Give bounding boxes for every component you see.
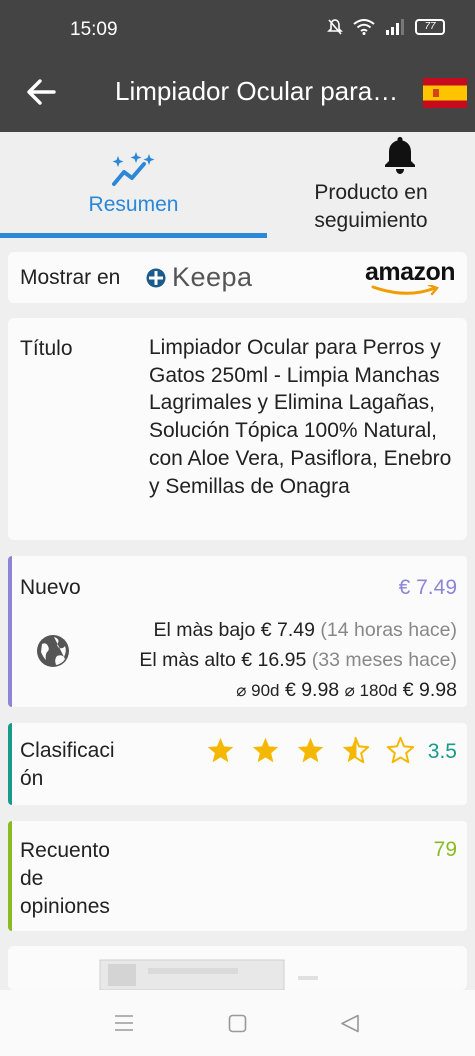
star-full-icon: [297, 737, 324, 763]
tab-producto-label-line2: seguimiento: [314, 209, 428, 232]
rating-stars: [206, 736, 415, 765]
star-empty-icon: [386, 736, 415, 764]
highest-when: (33 meses hace): [311, 649, 457, 671]
tab-resumen[interactable]: Resumen: [0, 132, 267, 239]
review-label-line3: opiniones: [20, 895, 110, 918]
star-full-icon: [207, 737, 234, 763]
highest-price-row: El màs alto € 16.95 (33 meses hace): [139, 649, 457, 672]
amazon-smile-icon: [371, 285, 440, 296]
lowest-price: € 7.49: [260, 619, 315, 641]
rating-label: Clasificaci ón: [20, 737, 115, 793]
signal-icon: [386, 19, 404, 35]
active-tab-indicator: [0, 233, 267, 238]
tab-bar: Resumen Producto en seguimiento: [0, 132, 475, 239]
status-time: 15:09: [70, 19, 118, 40]
lowest-when: (14 horas hace): [320, 619, 457, 641]
keepa-logo-text: Keepa: [172, 262, 253, 292]
new-label: Nuevo: [20, 576, 81, 599]
rating-card[interactable]: Clasificaci ón 3.5: [8, 723, 467, 805]
average-price-row: ⌀ 90d € 9.98 ⌀ 180d € 9.98: [236, 679, 457, 702]
spain-flag-icon[interactable]: [423, 78, 467, 108]
menu-icon[interactable]: [114, 1014, 134, 1032]
amazon-link[interactable]: amazon: [365, 258, 457, 298]
home-icon[interactable]: [228, 1014, 247, 1033]
sparkle-chart-icon: [112, 152, 155, 186]
lowest-label: El màs bajo: [153, 619, 256, 641]
highest-price: € 16.95: [241, 649, 307, 671]
star-full-icon: [252, 737, 279, 763]
keepa-logo-icon: [146, 268, 166, 287]
tab-producto-en-seguimiento[interactable]: Producto en seguimiento: [267, 132, 475, 239]
title-label: Título: [20, 337, 73, 360]
tab-producto-label-line1: Producto en: [314, 181, 428, 204]
rating-value: 3.5: [427, 740, 457, 763]
mute-icon: [327, 19, 343, 35]
back-arrow-icon[interactable]: [24, 74, 60, 110]
lowest-price-row: El màs bajo € 7.49 (14 horas hace): [153, 619, 457, 642]
keepa-link[interactable]: Keepa: [146, 262, 253, 293]
avg90-price: € 9.98: [284, 679, 340, 701]
status-bar: 15:09 77: [0, 0, 475, 60]
system-nav-bar: [0, 990, 475, 1056]
app-bar: Limpiador Ocular para Perros y Gatos 250…: [0, 60, 475, 132]
product-image: [99, 959, 318, 990]
tab-resumen-label: Resumen: [88, 193, 179, 216]
review-label-line1: Recuento: [20, 839, 110, 862]
amazon-logo-text: amazon: [365, 258, 456, 286]
rating-label-line2: ón: [20, 767, 44, 790]
status-icons: 77: [327, 18, 445, 36]
review-count-value: 79: [433, 838, 457, 861]
title-card: Título Limpiador Ocular para Perros y Ga…: [8, 318, 467, 540]
battery-icon: 77: [415, 19, 445, 35]
new-price-value: € 7.49: [398, 576, 457, 599]
back-icon[interactable]: [340, 1014, 360, 1033]
rating-label-line1: Clasificaci: [20, 739, 115, 762]
star-half-icon: [342, 736, 370, 764]
avg180-label: ⌀ 180d: [344, 681, 398, 700]
wifi-icon: [353, 19, 375, 35]
review-label-line2: de: [20, 867, 44, 890]
review-count-label: Recuento de opiniones: [20, 837, 110, 921]
product-image-card[interactable]: [8, 946, 467, 990]
avg180-price: € 9.98: [402, 679, 457, 701]
avg90-label: ⌀ 90d: [236, 681, 280, 700]
bell-icon: [385, 137, 415, 174]
product-title: Limpiador Ocular para Perros y Gatos 250…: [149, 336, 452, 498]
review-count-card[interactable]: Recuento de opiniones 79: [8, 821, 467, 931]
show-in-card: Mostrar en Keepa amazon: [8, 252, 467, 303]
show-in-label: Mostrar en: [20, 266, 121, 289]
page-title: Limpiador Ocular para Perros y Gatos 250…: [115, 76, 405, 106]
highest-label: El màs alto: [139, 649, 236, 671]
new-price-card[interactable]: Nuevo € 7.49 El màs bajo € 7.49 (14 hora…: [8, 556, 467, 707]
globe-icon: [37, 635, 69, 667]
tab-producto-label: Producto en seguimiento: [267, 179, 475, 235]
